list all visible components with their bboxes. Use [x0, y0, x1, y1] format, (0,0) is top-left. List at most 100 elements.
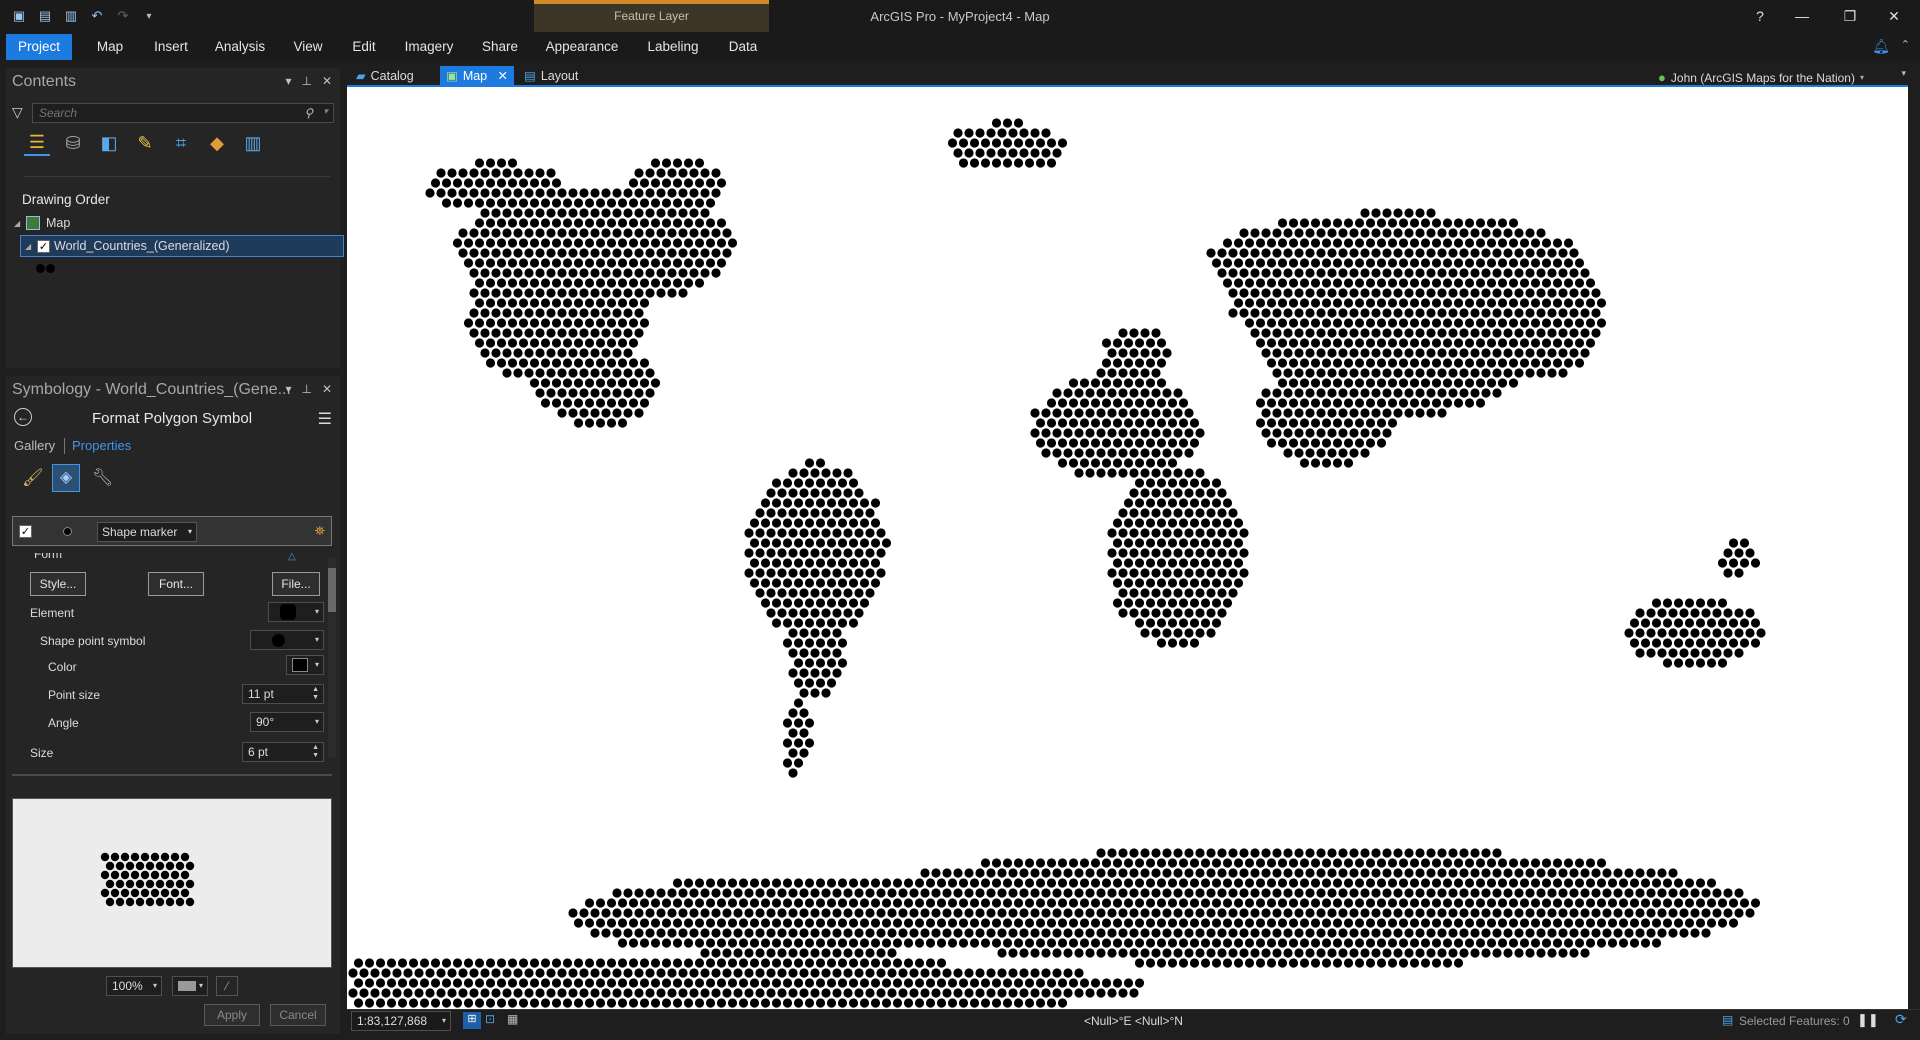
pane-menu-icon[interactable]: ▾	[285, 74, 291, 88]
tab-insert[interactable]: Insert	[146, 34, 196, 60]
layers-icon[interactable]: ◈	[52, 464, 80, 492]
list-by-editing-icon[interactable]: ✎	[132, 130, 158, 156]
marker-dot	[1332, 458, 1343, 468]
layer-symbol-swatch[interactable]	[36, 264, 55, 273]
preview-options-icon[interactable]: ⁄	[216, 976, 238, 996]
tab-gallery[interactable]: Gallery	[14, 438, 55, 453]
list-by-selection-icon[interactable]: ◧	[96, 130, 122, 156]
pin-icon[interactable]: ⊥	[301, 74, 311, 88]
collapse-ribbon-icon[interactable]: ⌃	[1901, 38, 1910, 51]
preview-background-select[interactable]: ▾	[172, 976, 208, 996]
tab-analysis[interactable]: Analysis	[208, 34, 272, 60]
marker-dot	[1156, 638, 1167, 648]
search-icon[interactable]: ⚲	[304, 106, 313, 120]
size-input[interactable]: 6 pt ▲ ▼	[242, 742, 324, 762]
brush-icon[interactable]: 🖌︎	[22, 468, 44, 488]
close-icon[interactable]: ✕	[322, 382, 332, 396]
marker-dot	[1409, 958, 1420, 968]
layer-type-select[interactable]: Shape marker ▾	[97, 522, 197, 542]
collapse-section-icon[interactable]: △	[288, 551, 296, 562]
marker-dot	[1431, 878, 1442, 888]
list-by-data-source-icon[interactable]: ⛁	[60, 130, 86, 156]
close-icon[interactable]: ✕	[322, 74, 332, 88]
tab-labeling[interactable]: Labeling	[638, 34, 708, 60]
tab-appearance[interactable]: Appearance	[540, 34, 624, 60]
properties-scrollbar[interactable]	[328, 558, 336, 758]
tab-imagery[interactable]: Imagery	[396, 34, 462, 60]
file-button[interactable]: File...	[272, 572, 320, 596]
scrollbar-thumb[interactable]	[328, 568, 336, 612]
notification-icon[interactable]: 🔔︎	[1872, 38, 1890, 55]
marker-dot	[1096, 468, 1106, 478]
refresh-icon[interactable]: ⟳	[1895, 1011, 1907, 1028]
tab-data[interactable]: Data	[720, 34, 766, 60]
spin-icon[interactable]: ▲ ▼	[312, 686, 319, 702]
cancel-button[interactable]: Cancel	[270, 1004, 326, 1026]
list-by-snapping-icon[interactable]: ⌗	[168, 130, 194, 156]
map-view[interactable]	[347, 85, 1908, 1009]
style-button[interactable]: Style...	[30, 572, 86, 596]
map-node[interactable]: ◢ Map	[14, 212, 70, 234]
close-button[interactable]: ✕	[1874, 4, 1914, 28]
search-field[interactable]: ⚲ ▾	[32, 103, 334, 123]
views-menu-icon[interactable]: ▾	[1901, 68, 1906, 79]
layer-list-row[interactable]: ✓ Shape marker ▾ ⛯	[12, 516, 332, 546]
lock-properties-icon[interactable]: ⛯	[315, 523, 325, 539]
search-options-icon[interactable]: ▾	[323, 106, 328, 117]
tab-properties[interactable]: Properties	[72, 438, 131, 453]
back-icon[interactable]: ←	[14, 408, 32, 426]
tab-share[interactable]: Share	[474, 34, 526, 60]
marker-dot	[1426, 928, 1436, 938]
pause-drawing-icon[interactable]: ❚❚	[1857, 1012, 1879, 1028]
restore-button[interactable]: ❐	[1830, 4, 1870, 28]
pin-icon[interactable]: ⊥	[301, 382, 311, 396]
layer-node[interactable]: ◢ ✓ World_Countries_(Generalized)	[20, 235, 344, 257]
marker-dot	[1376, 858, 1387, 868]
apply-button[interactable]: Apply	[204, 1004, 260, 1026]
marker-dot	[562, 278, 573, 288]
tab-layout[interactable]: ▤ Layout	[518, 66, 584, 85]
layer-visibility-checkbox[interactable]: ✓	[37, 239, 50, 253]
marker-dot	[1057, 898, 1068, 908]
list-by-drawing-order-icon[interactable]: ☰	[24, 130, 50, 156]
user-account[interactable]: ● John (ArcGIS Maps for the Nation) ▾	[1658, 70, 1864, 85]
map-canvas[interactable]	[347, 87, 1908, 1009]
collapse-icon[interactable]: ◢	[14, 219, 26, 228]
tab-view[interactable]: View	[284, 34, 332, 60]
shape-point-symbol-select[interactable]: ▾	[250, 630, 324, 650]
minimize-button[interactable]: —	[1782, 4, 1822, 28]
wrench-icon[interactable]: 🔧︎	[92, 468, 114, 488]
marker-dot	[562, 998, 573, 1008]
marker-dot	[1530, 258, 1541, 268]
element-select[interactable]: ▾	[268, 602, 324, 622]
spin-icon[interactable]: ▲ ▼	[312, 744, 319, 760]
list-by-labeling-icon[interactable]: ◆	[204, 130, 230, 156]
font-button[interactable]: Font...	[148, 572, 204, 596]
tab-map-view[interactable]: ▣ Map ✕	[440, 66, 514, 85]
marker-dot	[1673, 618, 1684, 628]
hamburger-menu-icon[interactable]: ☰	[318, 409, 332, 429]
list-by-charts-icon[interactable]: ▥	[240, 130, 266, 156]
point-size-input[interactable]: 11 pt ▲ ▼	[242, 684, 324, 704]
marker-dot	[1112, 878, 1123, 888]
search-input[interactable]	[39, 106, 279, 120]
collapse-icon[interactable]: ◢	[25, 242, 37, 251]
zoom-select[interactable]: 100% ▾	[106, 976, 162, 996]
help-button[interactable]: ?	[1740, 4, 1780, 28]
layer-enable-checkbox[interactable]: ✓	[19, 525, 32, 538]
color-picker[interactable]: ▾	[286, 655, 324, 675]
splitter[interactable]	[12, 774, 332, 776]
tab-catalog[interactable]: ▰ Catalog	[350, 66, 420, 85]
tab-edit[interactable]: Edit	[344, 34, 384, 60]
pane-menu-icon[interactable]: ▾	[285, 382, 291, 396]
marker-dot	[804, 498, 815, 508]
close-tab-icon[interactable]: ✕	[498, 68, 508, 83]
angle-input[interactable]: 90° ▾	[250, 712, 324, 732]
filter-icon[interactable]: ▽	[12, 104, 23, 121]
marker-dot	[540, 378, 551, 388]
marker-dot	[1585, 278, 1596, 288]
marker-dot	[1156, 858, 1167, 868]
marker-dot	[1481, 308, 1491, 318]
tab-map[interactable]: Map	[86, 34, 134, 60]
tab-project[interactable]: Project	[6, 34, 72, 60]
